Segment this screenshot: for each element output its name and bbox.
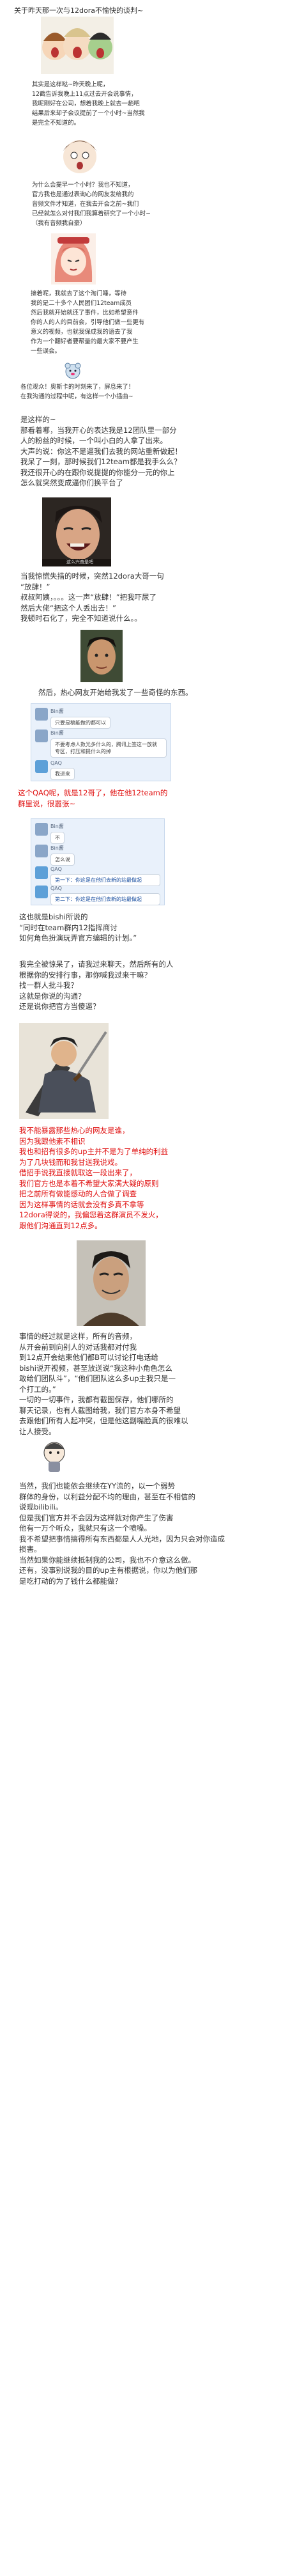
chat-screenshot-1: Bin酱 只要是稿能做的都可以 Bin酱 不要考虑人数光多什么的，腾讯上签这一放… xyxy=(31,703,171,781)
paragraph-9: 这也就是bishi所说的 “同时在team群内12指挥商讨 如何角色扮演玩弄官方… xyxy=(19,912,137,942)
paragraph-2: 为什么会提早一个小时？我也不知道， 官方我也是通过表询心的网友发给我的 音频文件… xyxy=(32,182,151,227)
chat-message: 我进来 xyxy=(50,768,75,780)
paragraph-1: 其实是这样哒~昨天晚上呢， 12戳告诉我晚上11点过去开会说事情， 我呢刚好在公… xyxy=(32,81,145,127)
avatar xyxy=(35,760,48,773)
avatar xyxy=(35,866,48,879)
chat-message: 第一下：你这是在他们去新的站最做起 xyxy=(50,874,160,886)
chibi-character-image xyxy=(40,1439,69,1473)
sender-name: QAQ xyxy=(50,886,62,891)
chat-message: 不要考虑人数光多什么的，腾讯上签这一放就 专区，打压和提什么的掉 xyxy=(50,738,167,758)
paragraph-10: 我完全被惊呆了，请我过来聊天，然后所有的人 根据你的安排行事，那你喊我过来干嘛？… xyxy=(19,960,174,1011)
paragraph-3: 接着呢，我就去了这个淘门睡，等待 我的是二十多个人民团们12team成员 然后我… xyxy=(31,290,145,355)
chat-message: 第二下：你这是在他们去新的站最做起 xyxy=(50,893,160,905)
paragraph-6: 当我惊慌失措的时候，突然12dora大哥一句 “放肆！” 叔叔阿姨，。。。这一声… xyxy=(20,572,164,623)
paragraph-8: 这个QAQ呢，就是12哥了，他在他12team的 群里说，很嚣张~ xyxy=(18,788,168,808)
red-paragraph: 我不能暴露那些热心的网友是谁， 因为我跟他素不相识 我也和招有很多的up主并不是… xyxy=(19,1126,169,1230)
sender-name: QAQ xyxy=(50,760,62,766)
paragraph-5: 是这样的~ 那看着哪，当我开心的表达我是12团队里一部分 人的粉丝的时候，一个叫… xyxy=(20,415,182,487)
avatar xyxy=(35,823,48,836)
sender-name: Bin酱 xyxy=(50,845,64,851)
paragraph-11: 事情的经过就是这样，所有的音频， 从开会前到向别人的对话我都对付我 到12点开会… xyxy=(19,1332,188,1436)
swordsman-image xyxy=(19,1023,109,1119)
laughing-man-image: 这么兴奋是吧 xyxy=(42,497,111,566)
pink-hair-girl-image xyxy=(51,233,96,285)
chat-message: 怎么说 xyxy=(50,854,75,866)
chat-message: 不 xyxy=(50,832,65,844)
shocked-face-image xyxy=(54,132,106,175)
avatar xyxy=(35,730,48,742)
sender-name: Bin酱 xyxy=(50,730,64,736)
paragraph-7: 然后，热心网友开始给我发了一些奇怪的东西。 xyxy=(38,688,193,697)
image-caption: 这么兴奋是吧 xyxy=(66,559,93,565)
costume-man-image xyxy=(77,1240,146,1326)
chat-message: 只要是稿能做的都可以 xyxy=(50,717,110,729)
avatar xyxy=(35,886,48,898)
avatar xyxy=(35,845,48,857)
bear-icon xyxy=(64,362,82,380)
paragraph-4: 各位观众！奥斯卡的时刻来了，屏息来了！ 在我沟通的过程中呢，有这样一个小插曲~ xyxy=(20,384,135,400)
sender-name: Bin酱 xyxy=(50,824,64,829)
man-face-image xyxy=(80,630,123,682)
chat-screenshot-2: Bin酱 不 Bin酱 怎么说 QAQ 第一下：你这是在他们去新的站最做起 QA… xyxy=(31,818,165,905)
sender-name: Bin酱 xyxy=(50,708,64,714)
avatar xyxy=(35,708,48,721)
article-title: 关于昨天那一次与12dora不愉快的谈判~ xyxy=(14,6,144,15)
paragraph-12: 当然，我们也能依会继续在YY流的，以一个弱势 群体的身份，以利益分配不均的理由，… xyxy=(19,1481,225,1586)
article-page: 关于昨天那一次与12dora不愉快的谈判~ 其实是这样哒~昨天晚上呢， 12戳告… xyxy=(0,0,281,2576)
three-faces-image xyxy=(41,17,114,74)
sender-name: QAQ xyxy=(50,866,62,872)
